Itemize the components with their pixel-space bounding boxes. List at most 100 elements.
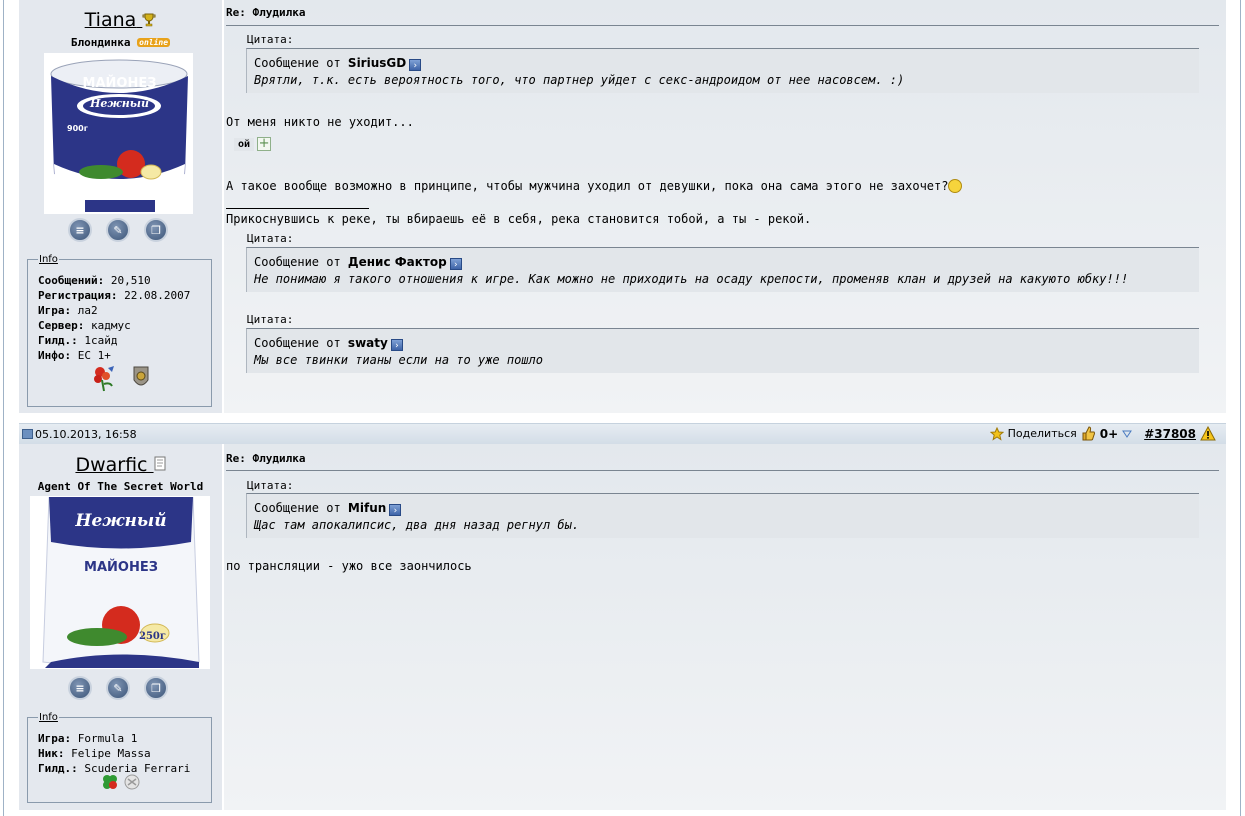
title-divider bbox=[226, 470, 1219, 471]
quote-text: Врятли, т.к. есть вероятность того, что … bbox=[254, 73, 905, 87]
info-value: 20,510 bbox=[104, 274, 151, 287]
document-icon bbox=[154, 456, 166, 471]
signature-divider bbox=[226, 208, 369, 209]
post-header: 05.10.2013, 16:58 Поделиться 0+ #37808 bbox=[19, 423, 1226, 444]
info-row-extra: Инфо: ЕС 1+ bbox=[38, 348, 201, 363]
info-label: Инфо: bbox=[38, 349, 72, 362]
profile-button[interactable]: ≡ bbox=[68, 218, 92, 242]
post: Tiana Блондинка online МАЙОНЕЗ Нежный 90… bbox=[19, 0, 1226, 413]
info-label: Игра: bbox=[38, 304, 72, 317]
username-text[interactable]: Dwarfic bbox=[75, 454, 147, 476]
quote-source: Сообщение от Денис Фактор › bbox=[254, 255, 1192, 270]
quote-source-prefix: Сообщение от bbox=[254, 255, 348, 269]
quote-source-prefix: Сообщение от bbox=[254, 336, 348, 350]
post-actions: Поделиться 0+ #37808 bbox=[989, 426, 1216, 441]
avatar-label-top: МАЙОНЕЗ bbox=[82, 76, 157, 91]
info-label: Игра: bbox=[38, 732, 72, 745]
avatar-label-top: МАЙОНЕЗ bbox=[84, 560, 158, 575]
profile-button[interactable]: ≡ bbox=[68, 676, 92, 700]
info-row-server: Сервер: кадмус bbox=[38, 318, 201, 333]
view-post-arrow-icon[interactable]: › bbox=[449, 258, 462, 270]
quote-source-prefix: Сообщение от bbox=[254, 56, 348, 70]
profile-icon: ≡ bbox=[75, 681, 85, 695]
posts-icon: ❐ bbox=[151, 223, 161, 237]
quote-source: Сообщение от swaty › bbox=[254, 336, 1192, 351]
silver-award-icon[interactable] bbox=[123, 774, 141, 790]
info-label: Сервер: bbox=[38, 319, 85, 332]
post-body: Re: Флудилка Цитата: Сообщение от Sirius… bbox=[224, 0, 1226, 413]
info-legend[interactable]: Info bbox=[38, 710, 59, 725]
post-icon bbox=[22, 429, 33, 439]
username-link[interactable]: Tiana bbox=[19, 9, 222, 31]
info-label: Сообщений: bbox=[38, 274, 105, 287]
profile-buttons: ≡ ✎ ❐ bbox=[68, 218, 168, 242]
report-warning-icon[interactable] bbox=[1200, 426, 1216, 441]
info-value: ла2 bbox=[71, 304, 98, 317]
user-info-column: Dwarfic Agent Of The Secret World Нежный… bbox=[19, 444, 222, 810]
view-post-arrow-icon[interactable]: › bbox=[389, 504, 402, 516]
shield-award-icon[interactable] bbox=[132, 364, 150, 392]
quote-block: Сообщение от swaty › Мы все твинки тианы … bbox=[246, 328, 1199, 373]
post: 05.10.2013, 16:58 Поделиться 0+ #37808 D… bbox=[19, 423, 1226, 810]
quote-text: Щас там апокалипсис, два дня назад регну… bbox=[254, 518, 580, 532]
info-row-posts: Сообщений: 20,510 bbox=[38, 273, 201, 288]
flower-award-icon[interactable] bbox=[90, 364, 116, 392]
profile-buttons: ≡ ✎ ❐ bbox=[68, 676, 168, 700]
posts-icon: ❐ bbox=[151, 681, 161, 695]
avatar-label-brand: Нежный bbox=[90, 97, 149, 110]
post-number-link[interactable]: #37808 bbox=[1144, 427, 1196, 441]
post-title: Re: Флудилка bbox=[226, 452, 306, 465]
quote-author: swaty bbox=[347, 336, 388, 350]
award-badges bbox=[90, 364, 150, 392]
info-row-registration: Регистрация: 22.08.2007 bbox=[38, 288, 201, 303]
user-posts-button[interactable]: ❐ bbox=[144, 218, 168, 242]
quote-label: Цитата: bbox=[247, 313, 294, 326]
quote-source-prefix: Сообщение от bbox=[254, 501, 348, 515]
info-value: кадмус bbox=[84, 319, 131, 332]
thumbs-up-icon[interactable] bbox=[1081, 426, 1096, 441]
online-status-badge: online bbox=[137, 38, 171, 47]
avatar-label-weight: 900г bbox=[67, 124, 88, 133]
quote-label: Цитата: bbox=[247, 479, 294, 492]
info-row-guild: Гилд.: 1сайд bbox=[38, 333, 201, 348]
info-label: Регистрация: bbox=[38, 289, 118, 302]
info-value: Felipe Massa bbox=[64, 747, 151, 760]
quote-block: Сообщение от SiriusGD › Врятли, т.к. есть… bbox=[246, 48, 1199, 93]
info-label: Гилд.: bbox=[38, 762, 78, 775]
user-title: Agent Of The Secret World bbox=[37, 480, 204, 493]
username-text[interactable]: Tiana bbox=[85, 9, 137, 31]
quote-author: Денис Фактор bbox=[347, 255, 447, 269]
private-message-button[interactable]: ✎ bbox=[106, 676, 130, 700]
award-badges bbox=[101, 774, 141, 790]
user-title-text: Блондинка bbox=[70, 36, 131, 49]
rating-value: 0+ bbox=[1099, 426, 1119, 441]
avatar-label-weight: 250г bbox=[139, 631, 167, 642]
message-text: От меня никто не уходит... bbox=[226, 115, 414, 129]
star-icon[interactable] bbox=[989, 426, 1004, 441]
quote-text: Мы все твинки тианы если на то уже пошло bbox=[254, 353, 543, 367]
trophy-icon bbox=[142, 13, 156, 27]
quote-source: Сообщение от SiriusGD › bbox=[254, 56, 1192, 71]
private-message-button[interactable]: ✎ bbox=[106, 218, 130, 242]
rating-down-icon[interactable] bbox=[1122, 430, 1133, 438]
user-posts-button[interactable]: ❐ bbox=[144, 676, 168, 700]
expand-icon[interactable]: + bbox=[257, 137, 272, 151]
post-number: #37808 bbox=[1144, 427, 1196, 441]
info-value: 22.08.2007 bbox=[117, 289, 191, 302]
avatar[interactable]: МАЙОНЕЗ Нежный 900г bbox=[44, 53, 193, 214]
spoiler[interactable]: ой + bbox=[234, 137, 272, 151]
info-value: ЕС 1+ bbox=[71, 349, 111, 362]
quote-label: Цитата: bbox=[247, 232, 294, 245]
quote-block: Сообщение от Денис Фактор › Не понимаю я … bbox=[246, 247, 1199, 292]
spoiler-label: ой bbox=[234, 137, 255, 151]
info-legend[interactable]: Info bbox=[38, 252, 59, 267]
message-icon: ✎ bbox=[113, 681, 123, 695]
username-link[interactable]: Dwarfic bbox=[19, 454, 222, 476]
view-post-arrow-icon[interactable]: › bbox=[409, 59, 422, 71]
user-info-column: Tiana Блондинка online МАЙОНЕЗ Нежный 90… bbox=[19, 0, 222, 413]
info-label: Гилд.: bbox=[38, 334, 78, 347]
view-post-arrow-icon[interactable]: › bbox=[390, 339, 403, 351]
avatar[interactable]: Нежный МАЙОНЕЗ 250г bbox=[30, 496, 210, 669]
share-link[interactable]: Поделиться bbox=[1008, 427, 1077, 440]
clover-award-icon[interactable] bbox=[101, 774, 119, 790]
